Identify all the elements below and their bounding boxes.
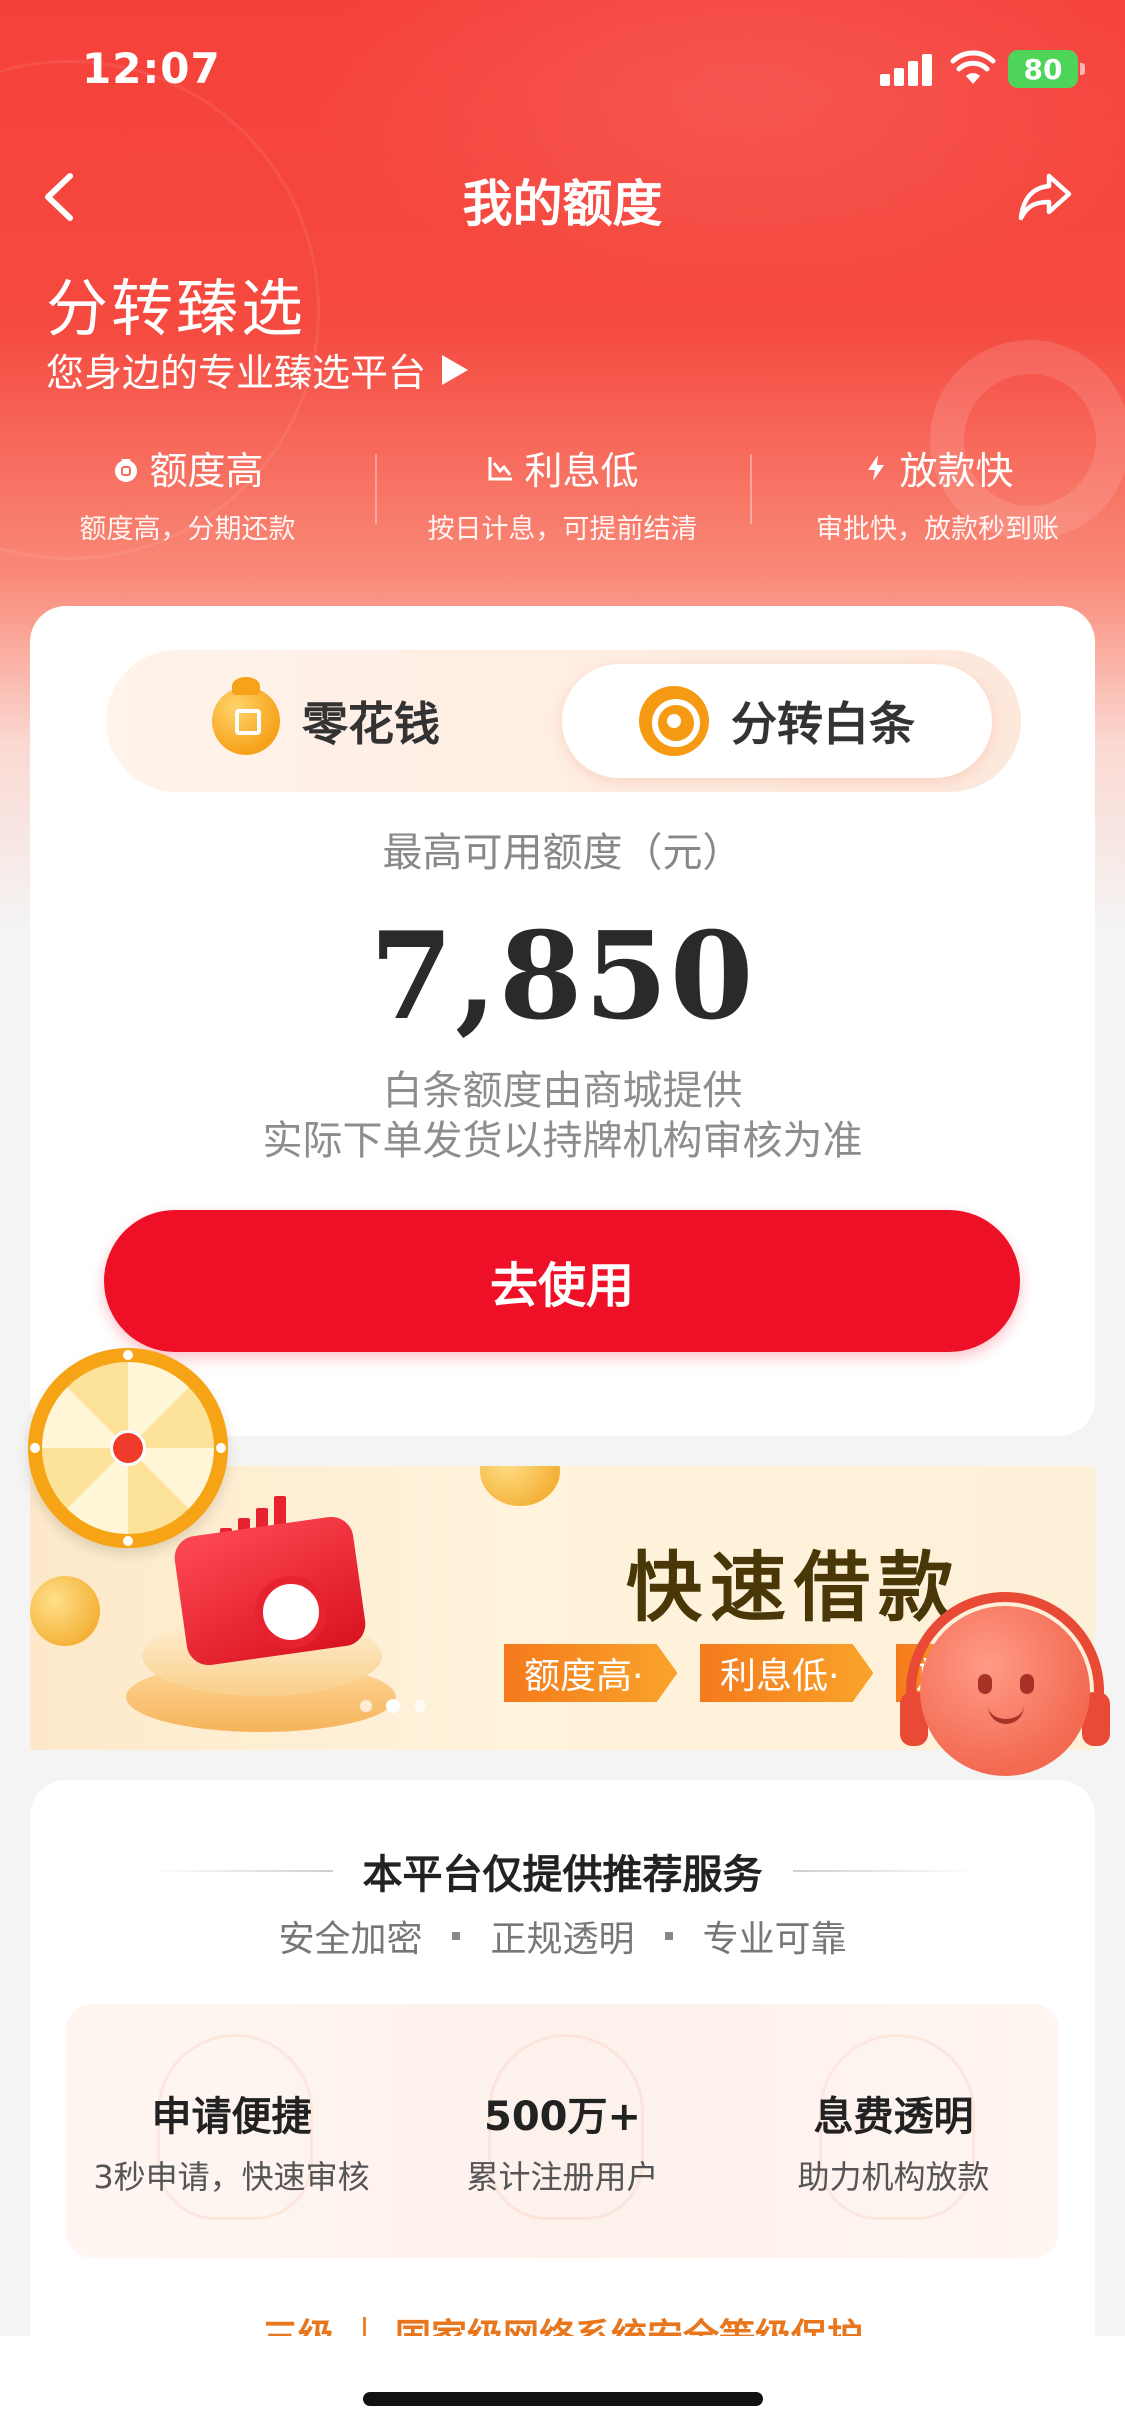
stat-desc: 助力机构放款: [797, 2158, 990, 2196]
stat-desc: 累计注册用户: [466, 2158, 659, 2196]
play-arrow-icon: [442, 354, 469, 385]
status-time: 12:07: [82, 44, 221, 93]
info-tag: 正规透明: [490, 1919, 635, 1960]
coin-icon: [639, 686, 709, 756]
info-tag: 安全加密: [278, 1919, 423, 1960]
feature-row: 额度高 额度高，分期还款 利息低 按日计息，可提前结清 放款快 审批快，放款秒到…: [0, 440, 1125, 550]
tab-pocket-money[interactable]: 零花钱: [106, 650, 546, 792]
info-tag: 专业可靠: [702, 1919, 847, 1960]
carousel-dot-active[interactable]: [386, 1699, 400, 1713]
brand-subtitle: 您身边的专业臻选平台: [46, 351, 427, 395]
feature-item: 放款快 审批快，放款秒到账: [750, 440, 1125, 550]
coin-icon: [30, 1576, 100, 1646]
separator-dot: [664, 1932, 673, 1940]
info-tags: 安全加密 正规透明 专业可靠: [30, 1910, 1095, 1962]
lightning-icon: [868, 454, 885, 481]
stat-item: 申请便捷 3秒申请，快速审核: [66, 2004, 397, 2258]
info-title: 本平台仅提供推荐服务: [362, 1852, 763, 1898]
quota-label: 最高可用额度（元）: [382, 830, 743, 876]
stat-title: 申请便捷: [151, 2094, 312, 2140]
tab-credit-iou[interactable]: 分转白条: [562, 664, 992, 778]
coin-icon: [255, 1576, 327, 1648]
stat-desc: 3秒申请，快速审核: [93, 2158, 370, 2196]
wheel-center: [110, 1430, 146, 1466]
product-switch: 零花钱 分转白条: [106, 650, 1021, 792]
feature-title: 额度高: [149, 449, 264, 493]
home-indicator[interactable]: [363, 2392, 763, 2406]
tab-label: 分转白条: [731, 697, 915, 751]
home-indicator-area: [0, 2336, 1125, 2436]
feature-item: 利息低 按日计息，可提前结清: [375, 440, 750, 550]
quota-note-line: 白条额度由商城提供: [382, 1068, 743, 1114]
cellular-signal-icon: [880, 54, 936, 86]
divider: [792, 1870, 978, 1872]
battery-level: 80: [1023, 52, 1063, 86]
stat-item: 息费透明 助力机构放款: [728, 2004, 1059, 2258]
brand-subtitle-link[interactable]: 您身边的专业臻选平台: [46, 342, 469, 397]
page-title: 我的额度: [462, 175, 663, 233]
stats-box: 申请便捷 3秒申请，快速审核 500万+ 累计注册用户 息费透明 助力机构放款: [66, 2004, 1059, 2258]
quota-card: 零花钱 分转白条 最高可用额度（元） 7,850 白条额度由商城提供 实际下单发…: [30, 606, 1095, 1436]
banner-tag: 额度高·: [504, 1644, 678, 1702]
stat-title: 500万+: [483, 2094, 641, 2140]
coin-icon: [480, 1466, 560, 1506]
feature-desc: 额度高，分期还款: [79, 514, 296, 545]
customer-service-icon[interactable]: [900, 1592, 1110, 1792]
use-button[interactable]: 去使用: [104, 1210, 1020, 1352]
tab-label: 零花钱: [302, 697, 440, 751]
feature-title: 利息低: [524, 449, 639, 493]
battery-indicator: 80: [1008, 50, 1085, 88]
feature-desc: 按日计息，可提前结清: [427, 514, 698, 545]
stat-item: 500万+ 累计注册用户: [397, 2004, 728, 2258]
banner-tag: 利息低·: [700, 1644, 874, 1702]
trend-down-icon: [488, 456, 513, 480]
divider: [147, 1870, 333, 1872]
feature-desc: 审批快，放款秒到账: [816, 514, 1059, 545]
carousel-dot[interactable]: [360, 1700, 372, 1712]
status-bar: 12:07 80: [0, 0, 1125, 132]
money-bag-icon: [115, 458, 138, 482]
feature-item: 额度高 额度高，分期还款: [0, 440, 375, 550]
quota-note: 白条额度由商城提供 实际下单发货以持牌机构审核为准: [30, 1066, 1095, 1166]
feature-title: 放款快: [899, 449, 1014, 493]
separator-dot: [452, 1932, 461, 1940]
share-icon[interactable]: [1015, 168, 1075, 224]
stat-title: 息费透明: [813, 2094, 974, 2140]
quota-amount: 7,850: [369, 906, 756, 1047]
nav-bar: 我的额度: [0, 150, 1125, 246]
lucky-wheel-icon[interactable]: [28, 1348, 228, 1548]
wifi-icon: [950, 50, 996, 84]
carousel-dots: [360, 1699, 426, 1713]
coin-bag-icon: [212, 677, 280, 755]
carousel-dot[interactable]: [414, 1700, 426, 1712]
quota-note-line: 实际下单发货以持牌机构审核为准: [262, 1118, 863, 1164]
brand-title: 分转臻选: [46, 272, 307, 345]
